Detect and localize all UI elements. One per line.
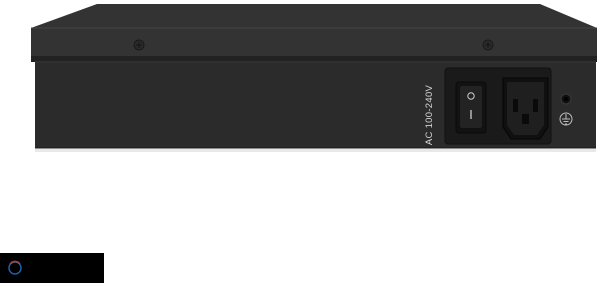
logo-icon [8, 260, 22, 275]
chassis-top-panel [31, 4, 597, 60]
power-switch-icon[interactable] [455, 81, 487, 134]
lid-lip [31, 56, 597, 62]
screw-icon [482, 39, 494, 51]
switch-rear-view [31, 4, 597, 152]
screw-icon [133, 39, 145, 51]
corner-logo-badge [0, 253, 104, 283]
product-photo: AC 100-240V [0, 0, 600, 283]
iec-c14-inlet-icon[interactable] [502, 77, 549, 140]
voltage-label: AC 100-240V [423, 84, 435, 146]
